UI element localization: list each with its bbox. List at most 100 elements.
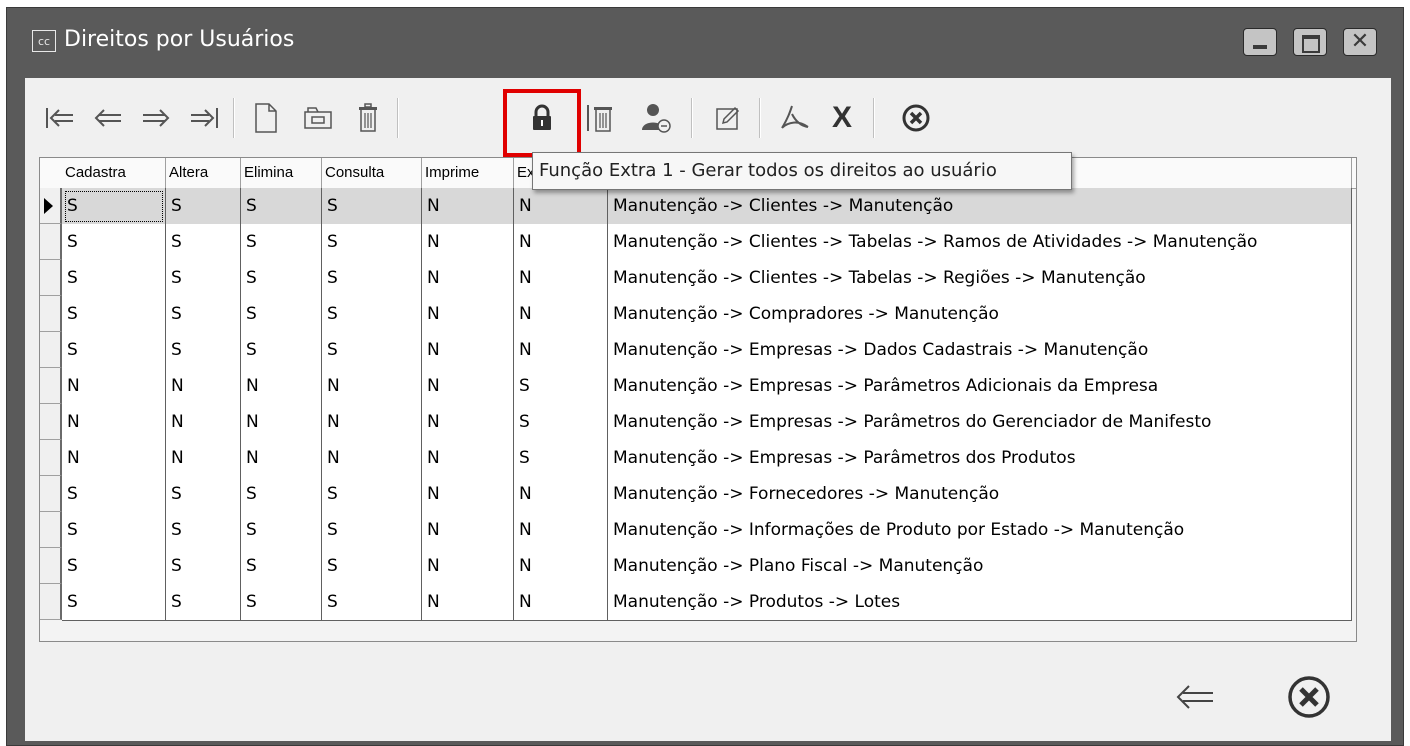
table-cell[interactable]: Manutenção -> Clientes -> Tabelas -> Reg… <box>608 260 1352 297</box>
table-cell[interactable]: N <box>422 224 514 261</box>
table-cell[interactable]: N <box>62 404 166 441</box>
table-cell[interactable]: N <box>514 188 608 225</box>
table-cell[interactable]: S <box>241 260 322 297</box>
column-header-elimina[interactable]: Elimina <box>241 158 322 188</box>
table-cell[interactable]: S <box>241 548 322 585</box>
table-cell[interactable]: S <box>241 512 322 549</box>
table-row[interactable]: S S S S N N Manutenção -> Clientes -> Manutenç… <box>40 188 1356 225</box>
row-indicator[interactable] <box>40 296 62 332</box>
close-window-button[interactable]: ✕ <box>1343 28 1377 56</box>
table-cell[interactable]: S <box>62 296 166 333</box>
table-cell[interactable]: S <box>166 332 241 369</box>
table-row[interactable]: S S S S N N Manutenção -> Produtos -> Lotes <box>40 584 1356 621</box>
table-cell[interactable]: Manutenção -> Plano Fiscal -> Manutenção <box>608 548 1352 585</box>
table-cell[interactable]: S <box>322 260 422 297</box>
table-cell[interactable]: N <box>514 260 608 297</box>
table-cell[interactable]: S <box>514 404 608 441</box>
row-indicator[interactable] <box>40 368 62 404</box>
table-cell[interactable]: N <box>422 404 514 441</box>
table-cell[interactable]: S <box>241 476 322 513</box>
table-cell[interactable]: S <box>514 440 608 477</box>
table-cell[interactable]: S <box>241 332 322 369</box>
new-button[interactable] <box>247 96 285 140</box>
table-cell[interactable]: S <box>514 368 608 405</box>
table-cell[interactable]: N <box>514 332 608 369</box>
rights-grid[interactable]: Cadastra Altera Elimina Consulta Imprime… <box>39 157 1357 642</box>
table-row[interactable]: S S S S N N Manutenção -> Clientes -> Tabelas … <box>40 224 1356 261</box>
delete-button[interactable] <box>349 96 387 140</box>
table-cell[interactable]: N <box>514 512 608 549</box>
table-cell[interactable]: N <box>322 404 422 441</box>
row-indicator[interactable] <box>40 548 62 584</box>
table-cell[interactable]: N <box>322 440 422 477</box>
table-cell[interactable]: Manutenção -> Compradores -> Manutenção <box>608 296 1352 333</box>
table-cell[interactable]: N <box>422 512 514 549</box>
next-record-button[interactable] <box>137 96 175 140</box>
maximize-button[interactable] <box>1293 28 1327 56</box>
table-cell[interactable]: S <box>241 296 322 333</box>
column-header-imprime[interactable]: Imprime <box>422 158 514 188</box>
table-cell[interactable]: Manutenção -> Fornecedores -> Manutenção <box>608 476 1352 513</box>
table-cell[interactable]: S <box>241 188 322 225</box>
row-indicator[interactable] <box>40 188 62 224</box>
table-cell[interactable]: S <box>62 260 166 297</box>
minimize-button[interactable] <box>1243 28 1277 56</box>
table-cell[interactable]: N <box>166 440 241 477</box>
row-indicator[interactable] <box>40 584 62 620</box>
table-cell[interactable]: S <box>62 512 166 549</box>
export-pdf-button[interactable] <box>775 96 813 140</box>
table-cell[interactable]: N <box>514 548 608 585</box>
table-cell[interactable]: N <box>514 296 608 333</box>
table-cell[interactable]: S <box>62 476 166 513</box>
table-row[interactable]: N N N N N S Manutenção -> Empresas -> Parâmetr… <box>40 368 1356 405</box>
title-bar[interactable]: cc Direitos por Usuários ✕ <box>7 8 1403 78</box>
column-header-cadastra[interactable]: Cadastra <box>62 158 166 188</box>
table-row[interactable]: S S S S N N Manutenção -> Informações de Produ… <box>40 512 1356 549</box>
table-row[interactable]: N N N N N S Manutenção -> Empresas -> Parâmetr… <box>40 404 1356 441</box>
row-indicator[interactable] <box>40 440 62 476</box>
table-cell[interactable]: Manutenção -> Empresas -> Dados Cadastra… <box>608 332 1352 369</box>
edit-button[interactable] <box>709 96 747 140</box>
table-cell[interactable]: N <box>422 548 514 585</box>
row-indicator[interactable] <box>40 512 62 548</box>
table-cell[interactable]: S <box>166 548 241 585</box>
close-button[interactable] <box>1284 673 1334 721</box>
table-cell[interactable]: N <box>422 296 514 333</box>
table-cell[interactable]: N <box>422 584 514 621</box>
table-cell[interactable]: N <box>422 368 514 405</box>
table-cell[interactable]: N <box>241 440 322 477</box>
table-cell[interactable]: N <box>241 404 322 441</box>
first-record-button[interactable] <box>41 96 79 140</box>
table-cell[interactable]: Manutenção -> Informações de Produto por… <box>608 512 1352 549</box>
row-indicator[interactable] <box>40 476 62 512</box>
table-cell[interactable]: Manutenção -> Empresas -> Parâmetros do … <box>608 404 1352 441</box>
table-cell[interactable]: S <box>322 512 422 549</box>
table-cell[interactable]: S <box>241 224 322 261</box>
table-cell[interactable]: S <box>62 188 166 225</box>
table-cell[interactable]: S <box>166 476 241 513</box>
table-cell[interactable]: S <box>322 224 422 261</box>
table-row[interactable]: S S S S N N Manutenção -> Plano Fiscal -> Manu… <box>40 548 1356 585</box>
table-cell[interactable]: N <box>322 368 422 405</box>
open-button[interactable] <box>299 96 337 140</box>
row-indicator[interactable] <box>40 260 62 296</box>
table-cell[interactable]: S <box>241 584 322 621</box>
table-cell[interactable]: N <box>514 584 608 621</box>
column-header-altera[interactable]: Altera <box>166 158 241 188</box>
table-cell[interactable]: S <box>322 476 422 513</box>
table-row[interactable]: S S S S N N Manutenção -> Clientes -> Tabelas … <box>40 260 1356 297</box>
table-cell[interactable]: S <box>322 332 422 369</box>
table-cell[interactable]: Manutenção -> Clientes -> Tabelas -> Ram… <box>608 224 1352 261</box>
table-cell[interactable]: S <box>322 296 422 333</box>
table-cell[interactable]: N <box>422 260 514 297</box>
table-cell[interactable]: Manutenção -> Produtos -> Lotes <box>608 584 1352 621</box>
table-cell[interactable]: N <box>422 188 514 225</box>
table-row[interactable]: S S S S N N Manutenção -> Compradores -> Manut… <box>40 296 1356 333</box>
table-cell[interactable]: S <box>62 584 166 621</box>
table-cell[interactable]: N <box>166 368 241 405</box>
table-cell[interactable]: Manutenção -> Empresas -> Parâmetros Adi… <box>608 368 1352 405</box>
table-cell[interactable]: S <box>62 548 166 585</box>
table-cell[interactable]: N <box>422 440 514 477</box>
table-cell[interactable]: S <box>322 548 422 585</box>
table-row[interactable]: N N N N N S Manutenção -> Empresas -> Parâmetr… <box>40 440 1356 477</box>
